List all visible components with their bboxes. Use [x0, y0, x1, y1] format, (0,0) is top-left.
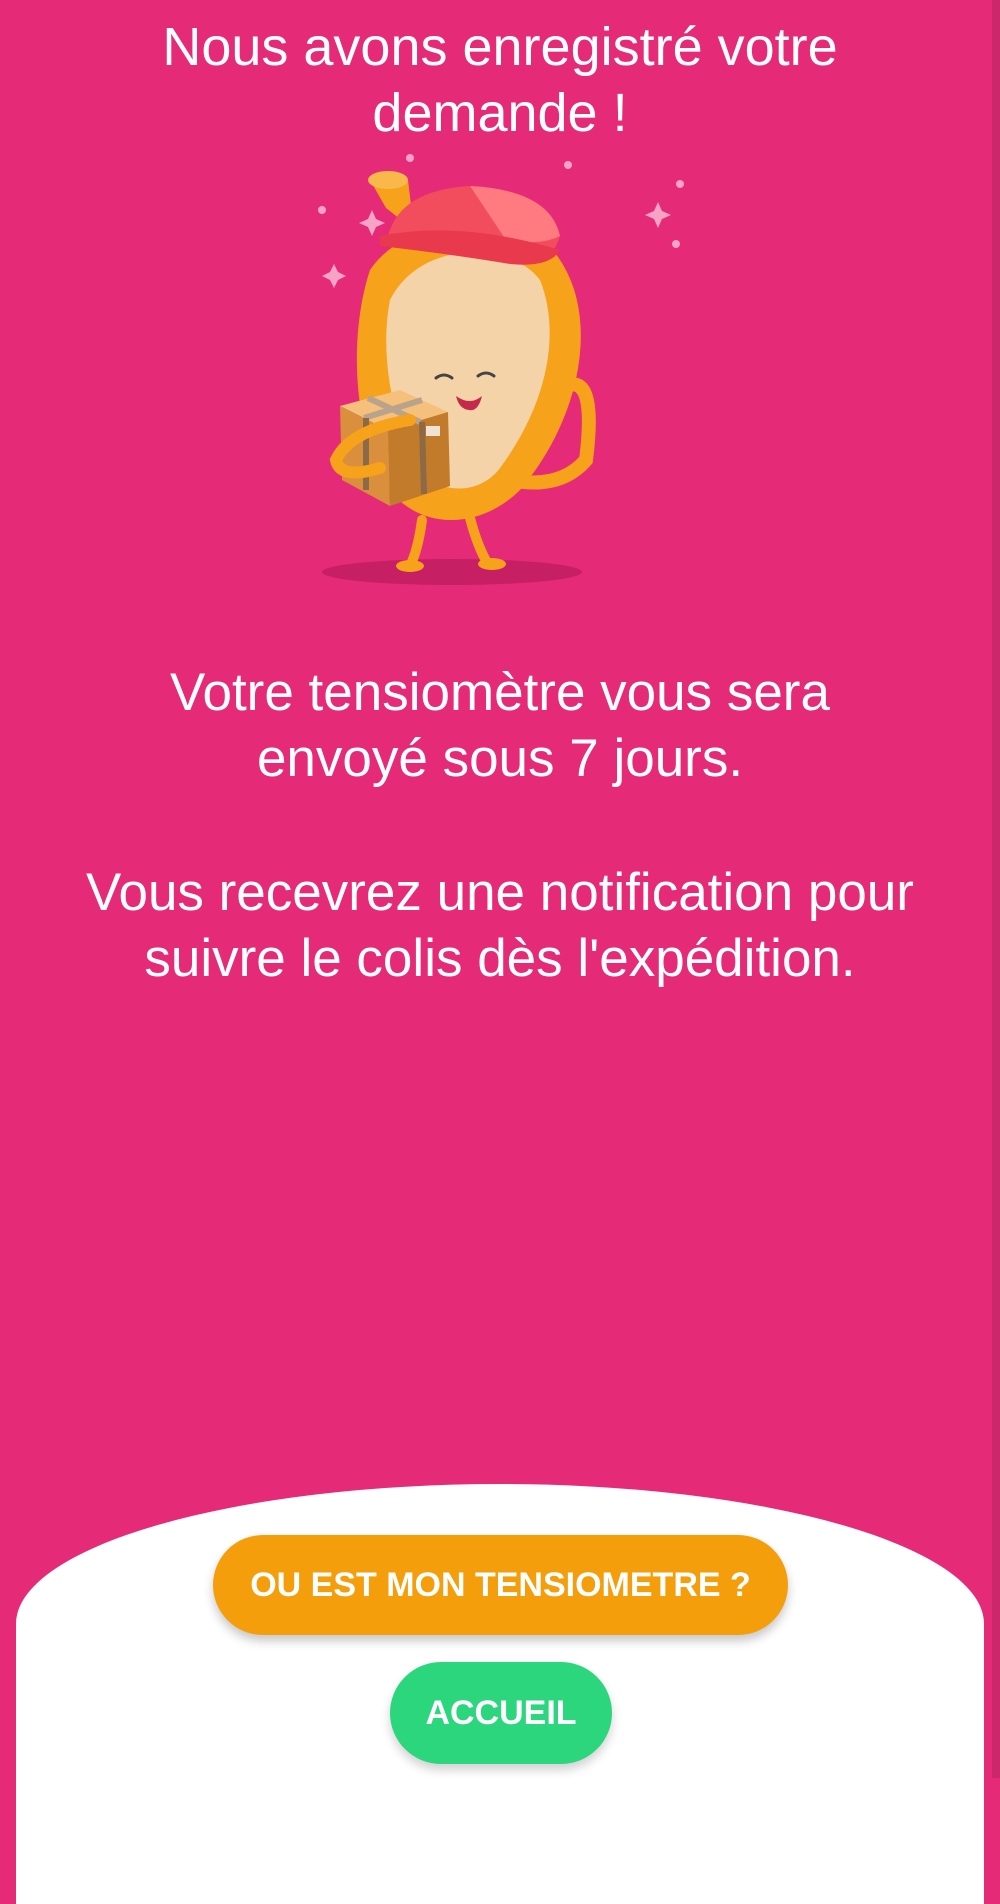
- tracking-notification-line-1: Vous recevrez une notification pour: [86, 863, 914, 922]
- delivery-delay-message: Votre tensiomètre vous sera envoyé sous …: [40, 660, 960, 792]
- delivery-delay-line-1: Votre tensiomètre vous sera: [170, 663, 830, 722]
- tracking-notification-message: Vous recevrez une notification pour suiv…: [40, 860, 960, 992]
- screen-edge: [992, 0, 1000, 1778]
- title-line-1: Nous avons enregistré votre: [162, 17, 838, 77]
- page-title: Nous avons enregistré votre demande !: [80, 14, 920, 146]
- tracking-notification-line-2: suivre le colis dès l'expédition.: [144, 929, 856, 988]
- where-is-my-device-button[interactable]: OU EST MON TENSIOMETRE ?: [213, 1535, 788, 1635]
- confirmation-screen: Nous avons enregistré votre demande ! Vo…: [0, 0, 1000, 1904]
- mascot-with-package-icon: [318, 154, 684, 585]
- home-button[interactable]: ACCUEIL: [390, 1662, 612, 1764]
- delivery-delay-line-2: envoyé sous 7 jours.: [256, 729, 744, 788]
- title-line-2: demande !: [372, 83, 628, 143]
